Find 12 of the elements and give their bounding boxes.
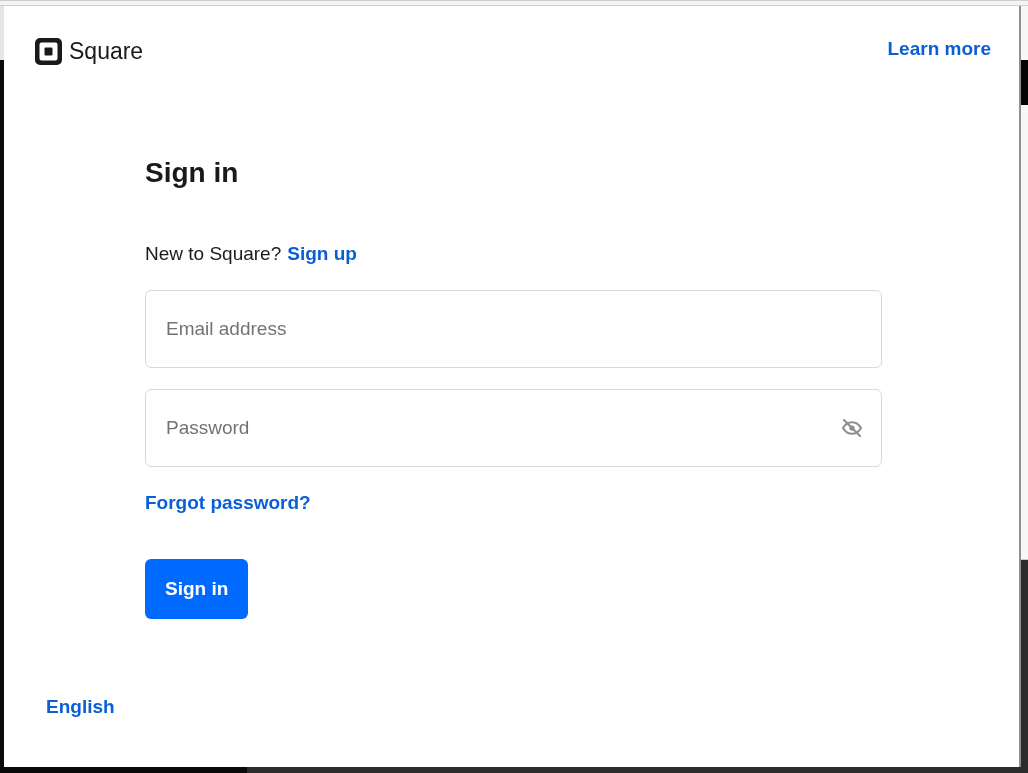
- email-field[interactable]: Email address: [145, 290, 882, 368]
- page-title: Sign in: [145, 156, 239, 190]
- signup-prompt: New to Square?: [145, 242, 282, 266]
- password-field[interactable]: Password: [145, 389, 882, 467]
- language-link[interactable]: English: [46, 695, 115, 719]
- sign-in-button[interactable]: Sign in: [145, 559, 249, 619]
- logo-text: Square: [69, 38, 144, 65]
- sign-up-link[interactable]: Sign up: [287, 242, 357, 266]
- eye-off-icon[interactable]: [841, 417, 863, 439]
- learn-more-link[interactable]: Learn more: [887, 34, 991, 64]
- forgot-password-link[interactable]: Forgot password?: [145, 491, 311, 515]
- logo-icon: [35, 38, 62, 65]
